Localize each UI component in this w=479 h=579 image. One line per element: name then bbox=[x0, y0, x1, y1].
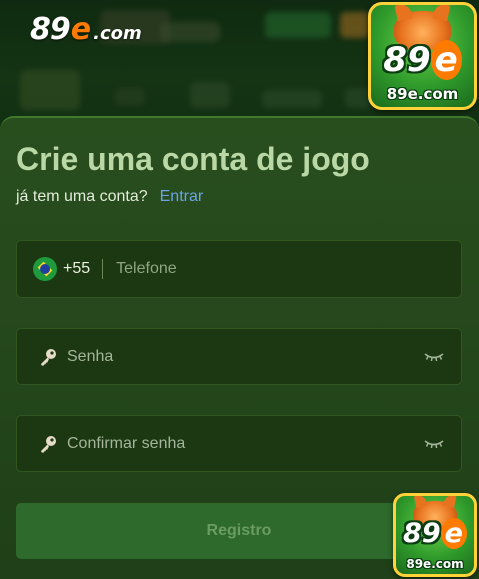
app-badge-top[interactable]: 89 e 89e.com bbox=[368, 2, 477, 110]
brazil-flag-icon[interactable] bbox=[33, 257, 57, 281]
bg-blur-element bbox=[262, 90, 322, 108]
has-account-text: já tem uma conta? bbox=[16, 188, 148, 205]
logo-domain: .com bbox=[93, 23, 142, 44]
login-link[interactable]: Entrar bbox=[160, 188, 204, 205]
phone-field[interactable]: +55 bbox=[16, 240, 462, 298]
confirm-password-field[interactable] bbox=[16, 415, 462, 472]
bg-blur-element bbox=[190, 82, 230, 108]
key-icon bbox=[37, 433, 59, 455]
bg-blur-element bbox=[265, 12, 331, 38]
app-badge-bottom[interactable]: 89 e 89e.com bbox=[393, 493, 477, 577]
phone-input[interactable] bbox=[116, 241, 461, 297]
logo-number: 89 bbox=[30, 12, 71, 47]
bg-blur-element bbox=[20, 70, 80, 110]
bg-blur-element bbox=[115, 88, 145, 106]
key-icon bbox=[37, 346, 59, 368]
login-prompt: já tem uma conta? Entrar bbox=[16, 188, 203, 206]
page-title: Crie uma conta de jogo bbox=[16, 141, 370, 177]
logo-e: e bbox=[70, 12, 92, 47]
brand-logo[interactable]: 89 e .com bbox=[30, 12, 142, 47]
password-field[interactable] bbox=[16, 328, 462, 385]
eye-closed-icon[interactable] bbox=[423, 350, 445, 364]
password-input[interactable] bbox=[67, 329, 423, 384]
field-divider bbox=[102, 259, 104, 279]
eye-closed-icon[interactable] bbox=[423, 437, 445, 451]
country-code[interactable]: +55 bbox=[63, 260, 90, 278]
confirm-password-input[interactable] bbox=[67, 416, 423, 471]
bg-blur-element bbox=[340, 12, 370, 38]
badge-number: 89 e bbox=[396, 517, 474, 549]
bg-blur-element bbox=[160, 22, 220, 42]
badge-domain: 89e.com bbox=[386, 85, 459, 103]
badge-domain: 89e.com bbox=[406, 557, 464, 571]
badge-number: 89 e bbox=[371, 39, 474, 80]
